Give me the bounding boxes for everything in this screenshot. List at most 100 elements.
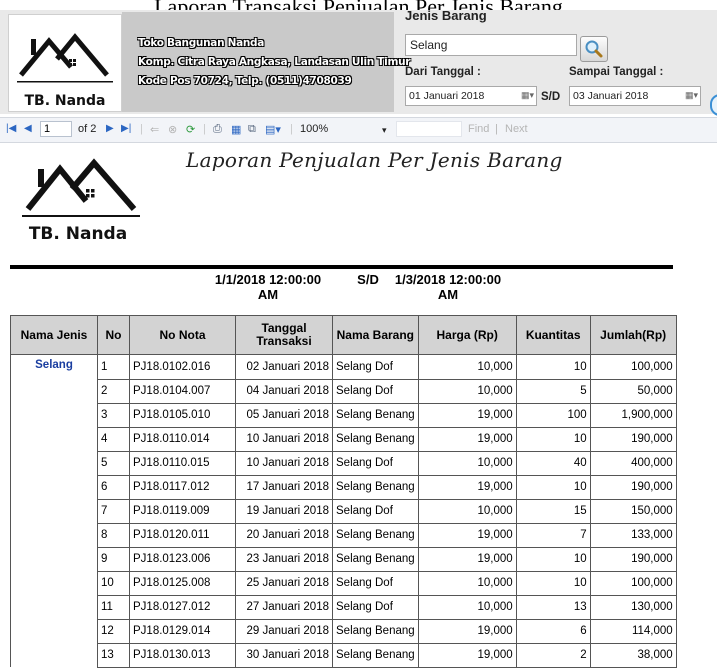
row-jumlah: 190,000 xyxy=(589,426,677,452)
print-layout-icon[interactable]: ▦ xyxy=(231,123,241,136)
table-row: 2 PJ18.0104.007 04 Januari 2018 Selang Dof 1… xyxy=(10,378,677,404)
calendar-dropdown-icon[interactable]: ▦▾ xyxy=(521,90,534,101)
row-harga: 19,000 xyxy=(417,546,517,572)
row-nama-barang: Selang Benang xyxy=(332,474,419,500)
stop-icon[interactable]: ⊗ xyxy=(168,123,177,136)
group-cell xyxy=(10,595,98,619)
row-harga: 19,000 xyxy=(417,618,517,644)
row-tanggal: 23 Januari 2018 xyxy=(235,546,333,572)
calendar-dropdown-icon[interactable]: ▦▾ xyxy=(685,90,698,101)
row-jumlah: 190,000 xyxy=(589,474,677,500)
row-jumlah: 114,000 xyxy=(589,618,677,644)
row-harga: 10,000 xyxy=(417,450,517,476)
divider xyxy=(10,265,673,269)
next-link[interactable]: Next xyxy=(505,123,528,135)
row-harga: 19,000 xyxy=(417,522,517,548)
row-no-nota: PJ18.0102.016 xyxy=(129,354,236,380)
row-harga: 19,000 xyxy=(417,642,517,668)
row-no: 5 xyxy=(97,450,130,476)
from-date-label: Dari Tanggal : xyxy=(405,66,481,78)
row-nama-barang: Selang Benang xyxy=(332,522,419,548)
refresh-icon[interactable]: ⟳ xyxy=(186,123,195,136)
row-tanggal: 20 Januari 2018 xyxy=(235,522,333,548)
row-nama-barang: Selang Benang xyxy=(332,642,419,668)
group-cell xyxy=(10,571,98,595)
first-page-icon[interactable]: |◀ xyxy=(6,123,16,134)
group-cell xyxy=(10,451,98,475)
from-date-value: 01 Januari 2018 xyxy=(409,90,485,102)
group-cell xyxy=(10,427,98,451)
to-date-picker[interactable]: 03 Januari 2018 ▦▾ xyxy=(569,86,701,106)
row-nama-barang: Selang Dof xyxy=(332,594,419,620)
sd-label: S/D xyxy=(541,91,561,103)
table-row: 3 PJ18.0105.010 05 Januari 2018 Selang Bena… xyxy=(10,402,677,428)
table-row: 6 PJ18.0117.012 17 Januari 2018 Selang Bena… xyxy=(10,474,677,500)
group-cell xyxy=(10,547,98,571)
print-icon[interactable]: ⎙ xyxy=(213,123,222,136)
row-no: 7 xyxy=(97,498,130,524)
row-kuantitas: 6 xyxy=(515,618,591,644)
row-no-nota: PJ18.0125.008 xyxy=(129,570,236,596)
zoom-select[interactable]: 100% xyxy=(300,123,328,135)
row-jumlah: 100,000 xyxy=(589,354,677,380)
table-row: 10 PJ18.0125.008 25 Januari 2018 Selang Dof… xyxy=(10,570,677,596)
row-kuantitas: 10 xyxy=(515,570,591,596)
page-setup-icon[interactable]: ⧉ xyxy=(248,123,256,136)
window-title: Laporan Transaksi Penjualan Per Jenis Ba… xyxy=(0,0,717,10)
row-jumlah: 190,000 xyxy=(589,546,677,572)
next-page-icon[interactable]: ▶ xyxy=(106,123,114,134)
row-no-nota: PJ18.0129.014 xyxy=(129,618,236,644)
row-jumlah: 150,000 xyxy=(589,498,677,524)
row-tanggal: 30 Januari 2018 xyxy=(235,642,333,668)
table-row: 13 PJ18.0130.013 30 Januari 2018 Selang Ben… xyxy=(10,642,677,668)
show-report-button[interactable] xyxy=(710,94,717,116)
col-harga: Harga (Rp) xyxy=(417,315,517,355)
row-no-nota: PJ18.0110.015 xyxy=(129,450,236,476)
export-icon[interactable]: ▤▾ xyxy=(265,123,281,136)
jenis-barang-label: Jenis Barang xyxy=(405,8,487,23)
company-address: Komp. Citra Raya Angkasa, Landasan Ulin … xyxy=(138,56,411,68)
row-tanggal: 19 Januari 2018 xyxy=(235,498,333,524)
row-no: 2 xyxy=(97,378,130,404)
page-count: of 2 xyxy=(78,123,97,135)
search-button[interactable] xyxy=(580,36,608,62)
row-no-nota: PJ18.0119.009 xyxy=(129,498,236,524)
find-input[interactable] xyxy=(396,121,462,137)
back-icon[interactable]: ⇐ xyxy=(150,123,159,136)
report-toolbar: |◀ ◀ of 2 ▶ ▶| | ⇐ ⊗ ⟳ | ⎙ ▦ ⧉ ▤▾ | 100%… xyxy=(0,117,717,143)
row-kuantitas: 10 xyxy=(515,546,591,572)
row-tanggal: 27 Januari 2018 xyxy=(235,594,333,620)
col-nama-jenis: Nama Jenis xyxy=(10,315,98,355)
find-link[interactable]: Find xyxy=(468,123,489,135)
table-row: 4 PJ18.0110.014 10 Januari 2018 Selang Bena… xyxy=(10,426,677,452)
row-no-nota: PJ18.0104.007 xyxy=(129,378,236,404)
group-cell xyxy=(10,643,98,667)
row-nama-barang: Selang Dof xyxy=(332,378,419,404)
last-page-icon[interactable]: ▶| xyxy=(121,123,131,134)
row-jumlah: 1,900,000 xyxy=(589,402,677,428)
row-no: 8 xyxy=(97,522,130,548)
zoom-dropdown-icon[interactable]: ▾ xyxy=(382,125,387,136)
row-harga: 19,000 xyxy=(417,426,517,452)
row-nama-barang: Selang Dof xyxy=(332,498,419,524)
row-nama-barang: Selang Dof xyxy=(332,450,419,476)
group-cell xyxy=(10,499,98,523)
row-kuantitas: 2 xyxy=(515,642,591,668)
from-date-picker[interactable]: 01 Januari 2018 ▦▾ xyxy=(405,86,537,106)
row-kuantitas: 7 xyxy=(515,522,591,548)
col-no: No xyxy=(97,315,130,355)
row-no: 13 xyxy=(97,642,130,668)
row-nama-barang: Selang Benang xyxy=(332,402,419,428)
company-name: Toko Bangunan Nanda xyxy=(138,37,265,49)
table-row: 8 PJ18.0120.011 20 Januari 2018 Selang Bena… xyxy=(10,522,677,548)
row-harga: 10,000 xyxy=(417,378,517,404)
date-to: 1/3/2018 12:00:00 AM xyxy=(394,272,502,302)
row-kuantitas: 10 xyxy=(515,354,591,380)
row-no-nota: PJ18.0105.010 xyxy=(129,402,236,428)
row-harga: 10,000 xyxy=(417,594,517,620)
prev-page-icon[interactable]: ◀ xyxy=(24,123,32,134)
jenis-barang-input[interactable] xyxy=(405,34,577,56)
table-row: 7 PJ18.0119.009 19 Januari 2018 Selang Dof 1… xyxy=(10,498,677,524)
col-nama-barang: Nama Barang xyxy=(332,315,419,355)
page-number-input[interactable] xyxy=(40,121,72,137)
